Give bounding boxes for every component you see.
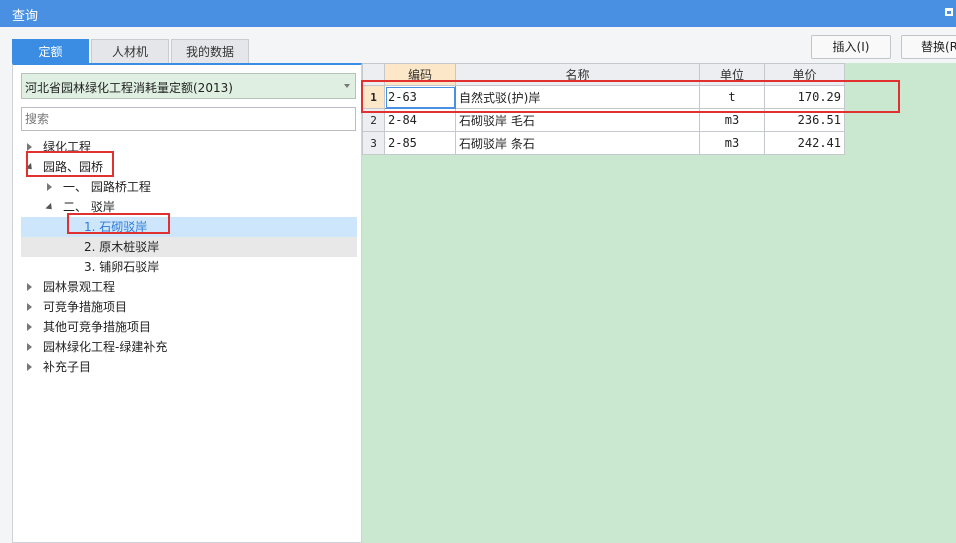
quota-library-value: 河北省园林绿化工程消耗量定额(2013) bbox=[25, 81, 233, 95]
tree-item-log-pile-revetment[interactable]: 2. 原木桩驳岸 bbox=[21, 237, 357, 257]
quota-results-grid: 编码 名称 单位 单价 1 2-63 自然式驳(护)岸 t 170.29 2 2… bbox=[362, 63, 956, 543]
tree-item-competitive-measures[interactable]: 可竞争措施项目 bbox=[21, 297, 357, 317]
tab-quota[interactable]: 定额 bbox=[12, 39, 89, 63]
row-number[interactable]: 3 bbox=[362, 131, 385, 155]
tab-my-data[interactable]: 我的数据 bbox=[171, 39, 249, 63]
table-row[interactable]: 3 2-85 石砌驳岸 条石 m3 242.41 bbox=[362, 131, 845, 155]
cell-price[interactable]: 242.41 bbox=[764, 131, 845, 155]
tree-item-landscape[interactable]: 园林景观工程 bbox=[21, 277, 357, 297]
tree-item-label: 园林景观工程 bbox=[43, 280, 116, 294]
tree-item-label: 3. 铺卵石驳岸 bbox=[84, 260, 160, 274]
left-gutter bbox=[0, 63, 12, 543]
cell-name[interactable]: 石砌驳岸 条石 bbox=[455, 131, 700, 155]
tree-item-road-bridge-works[interactable]: 一、 园路桥工程 bbox=[21, 177, 357, 197]
expand-arrow-icon[interactable] bbox=[27, 143, 32, 151]
quota-tree-panel: 河北省园林绿化工程消耗量定额(2013) 绿化工程 园路、园桥 一、 园路桥工程… bbox=[12, 63, 362, 543]
annotation-box-stone-revetment bbox=[67, 213, 170, 234]
tree-item-supplementary[interactable]: 补充子目 bbox=[21, 357, 357, 377]
tree-item-label: 其他可竞争措施项目 bbox=[43, 320, 152, 334]
expand-arrow-icon[interactable] bbox=[27, 283, 32, 291]
tree-item-other-competitive-measures[interactable]: 其他可竞争措施项目 bbox=[21, 317, 357, 337]
tree-item-label: 一、 园路桥工程 bbox=[63, 180, 151, 194]
tree-item-pebble-revetment[interactable]: 3. 铺卵石驳岸 bbox=[21, 257, 357, 277]
annotation-box-first-row bbox=[361, 80, 900, 113]
maximize-icon[interactable] bbox=[945, 8, 953, 16]
insert-button[interactable]: 插入(I) bbox=[811, 35, 891, 59]
cell-unit[interactable]: m3 bbox=[699, 131, 765, 155]
expand-arrow-icon[interactable] bbox=[27, 303, 32, 311]
tree-item-label: 补充子目 bbox=[43, 360, 92, 374]
toolbar: 定额 人材机 我的数据 插入(I) 替换(R bbox=[0, 27, 956, 63]
chevron-down-icon[interactable] bbox=[344, 84, 350, 88]
window-titlebar: 查询 bbox=[0, 0, 956, 27]
tree-item-label: 2. 原木桩驳岸 bbox=[84, 240, 160, 254]
expand-arrow-icon[interactable] bbox=[47, 183, 52, 191]
window-title: 查询 bbox=[12, 9, 39, 24]
search-input[interactable] bbox=[21, 107, 356, 131]
expand-arrow-icon[interactable] bbox=[27, 323, 32, 331]
replace-button[interactable]: 替换(R bbox=[901, 35, 956, 59]
tree-item-label: 可竞争措施项目 bbox=[43, 300, 128, 314]
expand-arrow-icon[interactable] bbox=[27, 363, 32, 371]
expand-arrow-icon[interactable] bbox=[27, 343, 32, 351]
quota-library-select[interactable]: 河北省园林绿化工程消耗量定额(2013) bbox=[21, 73, 356, 99]
tree-item-label: 园林绿化工程-绿建补充 bbox=[43, 340, 168, 354]
tree-item-green-building-supplement[interactable]: 园林绿化工程-绿建补充 bbox=[21, 337, 357, 357]
annotation-box-roads-bridges bbox=[26, 151, 114, 177]
cell-code[interactable]: 2-85 bbox=[384, 131, 456, 155]
tab-labor-material-machine[interactable]: 人材机 bbox=[91, 39, 169, 63]
collapse-arrow-icon[interactable] bbox=[45, 202, 55, 213]
